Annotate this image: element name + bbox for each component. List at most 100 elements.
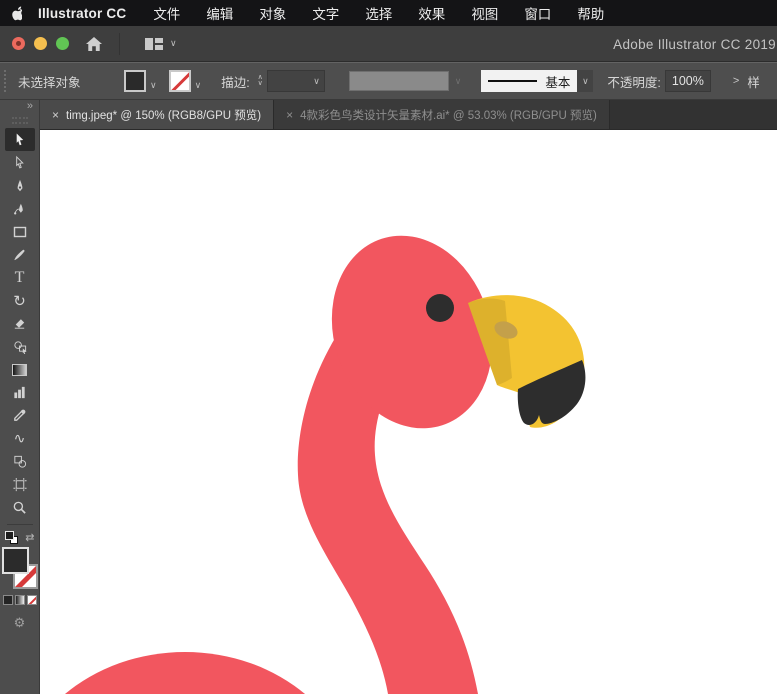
macos-menu-bar: Illustrator CC 文件 编辑 对象 文字 选择 效果 视图 窗口 帮…	[0, 0, 777, 26]
color-button[interactable]	[2, 595, 13, 605]
symbols-icon	[13, 455, 26, 468]
tab-label: timg.jpeg* @ 150% (RGB8/GPU 预览)	[66, 109, 262, 122]
tool-zoom[interactable]	[5, 496, 35, 519]
direct-selection-arrow-icon	[16, 155, 24, 168]
document-tab-bar: × timg.jpeg* @ 150% (RGB8/GPU 预览) × 4款彩色…	[40, 100, 777, 130]
expand-panel-icon[interactable]: »	[27, 100, 33, 114]
close-tab-icon[interactable]: ×	[286, 108, 293, 122]
eyedropper-icon	[14, 409, 26, 421]
menu-item-object[interactable]: 对象	[246, 3, 299, 23]
home-icon[interactable]	[79, 36, 109, 52]
tool-shape-builder[interactable]	[5, 335, 35, 358]
control-bar: 未选择对象 ∨ ∨ 描边: ∧ ∨ ∨ ∨ 基本 ∨ 不透明度: 100% > …	[0, 62, 777, 100]
stroke-weight-label: 描边:	[221, 75, 250, 90]
shape-builder-icon	[13, 341, 27, 354]
stepper-down-icon[interactable]: ∨	[258, 80, 263, 87]
minimize-window-button[interactable]	[34, 37, 47, 50]
document-canvas[interactable]	[40, 130, 777, 694]
illustrator-window: Illustrator CC 文件 编辑 对象 文字 选择 效果 视图 窗口 帮…	[0, 0, 777, 694]
zoom-window-button[interactable]	[56, 37, 69, 50]
arrange-documents-button[interactable]: ∨	[144, 36, 177, 52]
paintbrush-icon	[14, 249, 25, 260]
opacity-label: 不透明度:	[607, 75, 661, 90]
control-bar-grip[interactable]	[4, 70, 8, 92]
tool-rotate[interactable]: ↻	[5, 289, 35, 312]
tool-curvature[interactable]	[5, 197, 35, 220]
opacity-input[interactable]: 100%	[664, 70, 711, 92]
stroke-weight-stepper[interactable]: ∧ ∨	[258, 74, 263, 87]
tool-pen[interactable]	[5, 174, 35, 197]
menu-item-view[interactable]: 视图	[458, 3, 511, 23]
tool-symbols[interactable]	[5, 450, 35, 473]
fill-color-swatch[interactable]	[124, 70, 146, 92]
tab-label: 4款彩色鸟类设计矢量素材.ai* @ 53.03% (RGB/GPU 预览)	[300, 109, 597, 122]
menu-item-type[interactable]: 文字	[299, 3, 352, 23]
stroke-weight-dropdown[interactable]: ∨	[266, 70, 325, 92]
zoom-icon	[13, 501, 26, 514]
flamingo-eye	[426, 294, 454, 322]
close-tab-icon[interactable]: ×	[52, 108, 59, 122]
stroke-weight-chevron-icon[interactable]: ∨	[313, 76, 320, 86]
apple-menu-icon[interactable]	[0, 6, 30, 21]
column-graph-icon	[14, 386, 25, 399]
close-window-button[interactable]	[12, 37, 25, 50]
eraser-icon	[14, 319, 25, 329]
menu-item-edit[interactable]: 编辑	[193, 3, 246, 23]
tool-type[interactable]: T	[5, 266, 35, 289]
gradient-icon	[12, 363, 27, 376]
window-title-bar: ∨ Adobe Illustrator CC 2019	[0, 26, 777, 62]
default-fill-stroke-button[interactable]	[4, 531, 18, 544]
fill-stroke-indicator	[1, 547, 39, 589]
fill-color-indicator[interactable]	[1, 547, 29, 574]
color-mode-strip	[2, 595, 37, 605]
artboard-icon	[12, 477, 27, 492]
window-title: Adobe Illustrator CC 2019	[613, 36, 776, 52]
tools-panel-grip[interactable]	[11, 117, 28, 124]
fill-chevron-icon[interactable]: ∨	[150, 80, 157, 91]
menu-item-help[interactable]: 帮助	[564, 3, 617, 23]
rotate-tool-icon: ↻	[13, 292, 26, 310]
tool-shaper[interactable]: ∿	[5, 427, 35, 450]
swap-fill-stroke-icon[interactable]: ⇄	[25, 531, 34, 544]
brush-definition-dropdown[interactable]: 基本 ∨	[481, 70, 594, 92]
tool-artboard[interactable]	[5, 473, 35, 496]
tool-column-graph[interactable]	[5, 381, 35, 404]
tool-direct-selection[interactable]	[5, 151, 35, 174]
stroke-color-none-swatch[interactable]	[168, 70, 191, 92]
flamingo-body	[65, 652, 305, 694]
tool-rectangle[interactable]	[5, 220, 35, 243]
rectangle-icon	[13, 226, 26, 237]
curvature-pen-icon	[13, 203, 23, 215]
tool-gradient[interactable]	[5, 358, 35, 381]
tools-panel: » T ↻ ∿ ⇄ ⚙	[0, 100, 40, 694]
arrange-documents-icon	[145, 37, 163, 50]
tool-selection[interactable]	[4, 128, 35, 151]
brush-stroke-preview	[488, 80, 538, 82]
menu-item-window[interactable]: 窗口	[511, 3, 564, 23]
tab-timg-jpeg[interactable]: × timg.jpeg* @ 150% (RGB8/GPU 预览)	[40, 100, 275, 129]
variable-width-profile-swatch[interactable]	[348, 71, 449, 91]
shaper-tool-icon: ∿	[13, 430, 26, 446]
tool-paintbrush[interactable]	[5, 243, 35, 266]
menu-item-select[interactable]: 选择	[352, 3, 405, 23]
type-tool-icon: T	[14, 268, 25, 286]
width-profile-chevron-icon: ∨	[454, 75, 462, 86]
gradient-button[interactable]	[14, 595, 25, 605]
none-button[interactable]	[26, 595, 37, 605]
toolbar-menu-icon[interactable]: ⚙	[14, 615, 26, 631]
brush-chevron-icon[interactable]: ∨	[582, 76, 589, 86]
clipped-style-label: 样	[747, 75, 760, 90]
chevron-down-icon: ∨	[170, 38, 177, 48]
tool-eraser[interactable]	[5, 312, 35, 335]
titlebar-divider	[119, 32, 120, 55]
selection-arrow-icon	[16, 132, 24, 145]
menu-app-name[interactable]: Illustrator CC	[38, 6, 126, 21]
menu-item-effect[interactable]: 效果	[405, 3, 458, 23]
tool-eyedropper[interactable]	[5, 404, 35, 427]
tab-bird-vector-ai[interactable]: × 4款彩色鸟类设计矢量素材.ai* @ 53.03% (RGB/GPU 预览)	[274, 100, 610, 129]
selection-status: 未选择对象	[18, 75, 81, 90]
flamingo-artwork	[65, 235, 586, 694]
stroke-chevron-icon[interactable]: ∨	[195, 80, 202, 91]
opacity-more-chevron-icon[interactable]: >	[733, 75, 739, 87]
menu-item-file[interactable]: 文件	[140, 3, 193, 23]
